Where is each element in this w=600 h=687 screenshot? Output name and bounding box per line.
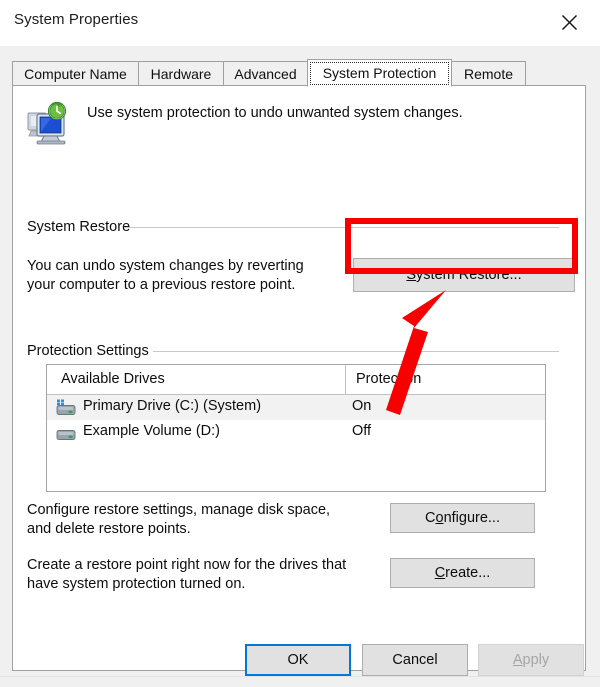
drive-name: Primary Drive (C:) (System): [83, 398, 262, 414]
cancel-button-label: Cancel: [392, 652, 438, 668]
apply-button-accel: A: [512, 652, 523, 668]
create-button-label: reate...: [445, 565, 491, 581]
listview-header: Available Drives Protection: [47, 365, 545, 395]
system-restore-button-accel: S: [406, 267, 417, 283]
drive-protection-state: On: [352, 398, 372, 414]
available-drives-listview[interactable]: Available Drives Protection Primary Driv…: [46, 364, 546, 492]
group-rule-system-restore: [125, 227, 559, 228]
configure-description: Configure restore settings, manage disk …: [27, 502, 331, 537]
configure-button-label-pre: C: [425, 510, 436, 526]
configure-button-label-rest: nfigure...: [443, 510, 500, 526]
system-protection-tab-page: Use system protection to undo unwanted s…: [12, 85, 586, 671]
close-x-icon[interactable]: [546, 2, 592, 42]
apply-button-label: pply: [522, 652, 550, 668]
tab-remote[interactable]: Remote: [451, 61, 526, 86]
tab-computer-name[interactable]: Computer Name: [12, 61, 139, 86]
group-rule-protection-settings: [153, 351, 559, 352]
intro-text: Use system protection to undo unwanted s…: [87, 105, 463, 121]
system-drive-icon: [55, 399, 77, 417]
table-row[interactable]: Example Volume (D:) Off: [47, 420, 545, 445]
group-label-protection-settings: Protection Settings: [27, 343, 156, 359]
drive-icon: [55, 424, 77, 442]
system-protection-computer-clock-icon: [27, 101, 73, 145]
system-restore-button-label: ystem Restore...: [416, 267, 522, 283]
system-properties-dialog: System Properties Computer Name Hardware…: [0, 0, 600, 687]
tab-system-protection[interactable]: System Protection: [307, 59, 452, 87]
create-button[interactable]: Create...: [390, 558, 535, 588]
tab-label: Hardware: [150, 65, 212, 82]
column-header-available-drives[interactable]: Available Drives: [61, 371, 165, 387]
configure-button-accel: o: [435, 510, 444, 526]
create-button-accel: C: [434, 565, 446, 581]
tab-label: System Protection: [322, 65, 437, 81]
table-row[interactable]: Primary Drive (C:) (System) On: [47, 395, 545, 420]
cancel-button[interactable]: Cancel: [362, 644, 468, 676]
tab-advanced[interactable]: Advanced: [223, 61, 308, 86]
title-bar: System Properties: [0, 0, 600, 46]
apply-button: Apply: [478, 644, 584, 676]
footer-divider: [0, 676, 600, 677]
window-title: System Properties: [14, 11, 139, 28]
create-description: Create a restore point right now for the…: [27, 557, 347, 592]
tab-strip: Computer Name Hardware Advanced System P…: [12, 59, 588, 87]
group-label-system-restore: System Restore: [27, 219, 138, 235]
system-restore-button[interactable]: System Restore...: [353, 258, 575, 292]
column-header-protection[interactable]: Protection: [356, 371, 421, 387]
ok-button[interactable]: OK: [245, 644, 351, 676]
tab-label: Advanced: [234, 65, 297, 82]
configure-button[interactable]: Configure...: [390, 503, 535, 533]
tab-label: Remote: [463, 65, 514, 82]
listview-column-separator[interactable]: [345, 365, 346, 394]
tab-label: Computer Name: [24, 65, 127, 82]
drive-name: Example Volume (D:): [83, 423, 220, 439]
ok-button-label: OK: [287, 652, 309, 668]
tab-hardware[interactable]: Hardware: [138, 61, 224, 86]
dialog-body: Computer Name Hardware Advanced System P…: [0, 46, 600, 687]
drive-protection-state: Off: [352, 423, 372, 439]
system-restore-description: You can undo system changes by reverting…: [27, 258, 304, 293]
